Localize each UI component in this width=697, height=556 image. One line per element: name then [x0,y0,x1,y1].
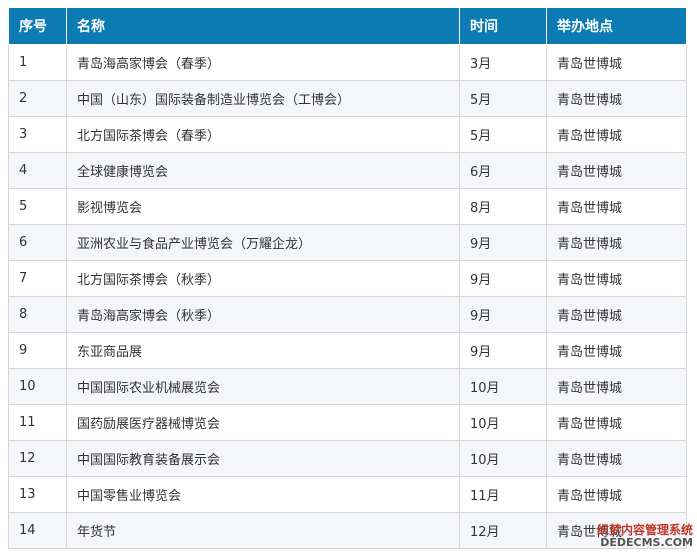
cell-time: 9月 [459,224,547,261]
cell-venue: 青岛世博城 [546,476,687,513]
cell-index: 1 [8,44,67,81]
cell-name: 全球健康博览会 [66,152,460,189]
expo-schedule-table: 序号 名称 时间 举办地点 1 青岛海高家博会（春季） 3月 青岛世博城 2 中国（山东）… [8,8,687,549]
cell-name: 中国国际教育装备展示会 [66,440,460,477]
cell-index: 2 [8,80,67,117]
table-row: 5 影视博览会 8月 青岛世博城 [8,188,687,225]
watermark-text: 织梦内容管理系统 [596,523,693,537]
cell-time: 9月 [459,332,547,369]
cell-name: 东亚商品展 [66,332,460,369]
table-body: 1 青岛海高家博会（春季） 3月 青岛世博城 2 中国（山东）国际装备制造业博览会（工博会… [8,44,687,549]
cell-venue: 青岛世博城 [546,296,687,333]
cell-venue: 青岛世博城 [546,224,687,261]
cell-index: 11 [8,404,67,441]
cell-name: 国药励展医疗器械博览会 [66,404,460,441]
cell-name: 影视博览会 [66,188,460,225]
cell-index: 7 [8,260,67,297]
cell-venue: 青岛世博城 [546,440,687,477]
cell-venue: 青岛世博城 [546,80,687,117]
cell-name: 中国零售业博览会 [66,476,460,513]
cell-venue: 青岛世博城 [546,332,687,369]
watermark-logo: 织梦内容管理系统 DEDECMS.COM [583,524,693,554]
cell-index: 5 [8,188,67,225]
cell-venue: 青岛世博城 [546,152,687,189]
table-row: 8 青岛海高家博会（秋季） 9月 青岛世博城 [8,296,687,333]
header-venue: 举办地点 [546,8,687,45]
header-index: 序号 [8,8,67,45]
cell-index: 3 [8,116,67,153]
cell-venue: 青岛世博城 [546,260,687,297]
cell-name: 年货节 [66,512,460,549]
cell-name: 青岛海高家博会（春季） [66,44,460,81]
table-row: 2 中国（山东）国际装备制造业博览会（工博会） 5月 青岛世博城 [8,80,687,117]
table-row: 10 中国国际农业机械展览会 10月 青岛世博城 [8,368,687,405]
cell-name: 中国国际农业机械展览会 [66,368,460,405]
cell-index: 6 [8,224,67,261]
cell-name: 青岛海高家博会（秋季） [66,296,460,333]
cell-venue: 青岛世博城 [546,404,687,441]
cell-index: 8 [8,296,67,333]
table-row: 3 北方国际茶博会（春季） 5月 青岛世博城 [8,116,687,153]
cell-name: 中国（山东）国际装备制造业博览会（工博会） [66,80,460,117]
cell-index: 12 [8,440,67,477]
cell-time: 12月 [459,512,547,549]
cell-venue: 青岛世博城 [546,116,687,153]
cell-index: 9 [8,332,67,369]
table-row: 1 青岛海高家博会（春季） 3月 青岛世博城 [8,44,687,81]
cell-time: 11月 [459,476,547,513]
cell-time: 9月 [459,296,547,333]
cell-time: 10月 [459,404,547,441]
cell-venue: 青岛世博城 [546,368,687,405]
cell-name: 北方国际茶博会（秋季） [66,260,460,297]
cell-time: 5月 [459,116,547,153]
cell-name: 亚洲农业与食品产业博览会（万耀企龙） [66,224,460,261]
cell-index: 10 [8,368,67,405]
cell-time: 10月 [459,440,547,477]
table-row: 11 国药励展医疗器械博览会 10月 青岛世博城 [8,404,687,441]
header-time: 时间 [459,8,547,45]
cell-time: 8月 [459,188,547,225]
cell-time: 5月 [459,80,547,117]
table-row: 12 中国国际教育装备展示会 10月 青岛世博城 [8,440,687,477]
table-header-row: 序号 名称 时间 举办地点 [8,8,687,45]
cell-time: 6月 [459,152,547,189]
cell-index: 13 [8,476,67,513]
table-row: 9 东亚商品展 9月 青岛世博城 [8,332,687,369]
cell-venue: 青岛世博城 [546,188,687,225]
table-row: 4 全球健康博览会 6月 青岛世博城 [8,152,687,189]
cell-index: 14 [8,512,67,549]
cell-venue: 青岛世博城 [546,44,687,81]
header-name: 名称 [66,8,460,45]
cell-name: 北方国际茶博会（春季） [66,116,460,153]
cell-time: 3月 [459,44,547,81]
cell-time: 9月 [459,260,547,297]
cell-time: 10月 [459,368,547,405]
table-row: 13 中国零售业博览会 11月 青岛世博城 [8,476,687,513]
watermark-domain: DEDECMS.COM [600,535,693,549]
table-row: 7 北方国际茶博会（秋季） 9月 青岛世博城 [8,260,687,297]
table-row: 6 亚洲农业与食品产业博览会（万耀企龙） 9月 青岛世博城 [8,224,687,261]
cell-index: 4 [8,152,67,189]
